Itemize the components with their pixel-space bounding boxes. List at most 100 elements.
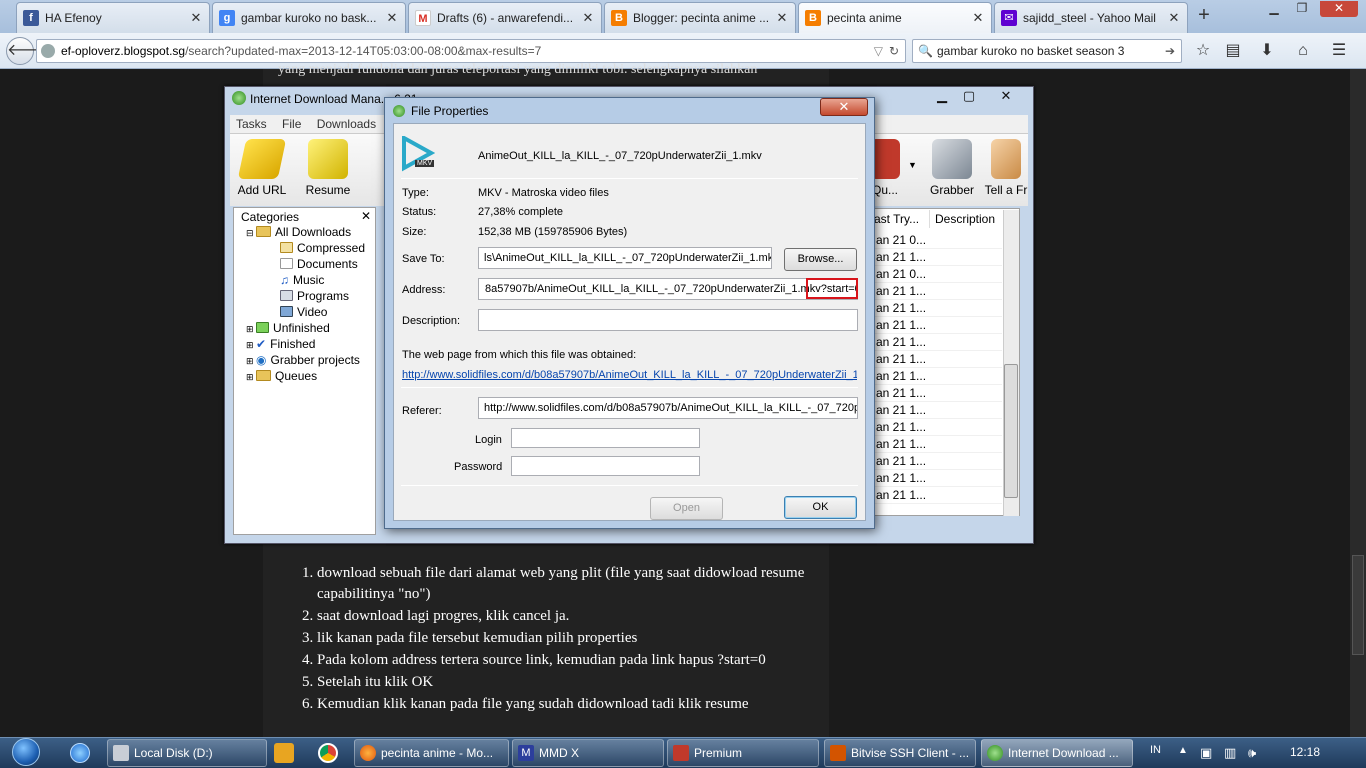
category-documents[interactable]: Documents [280,256,358,272]
tab-yahoo-mail[interactable]: ✉ sajidd_steel - Yahoo Mail ✕ [994,2,1188,33]
bookmarks-list-icon[interactable]: ▤ [1222,40,1244,62]
idm-close-icon[interactable]: ✕ [992,88,1020,104]
download-row[interactable]: an 21 1... [870,300,1002,317]
category-video[interactable]: Video [280,304,327,320]
password-field[interactable] [511,456,700,476]
download-row[interactable]: an 21 1... [870,402,1002,419]
download-row[interactable]: an 21 1... [870,453,1002,470]
close-tab-icon[interactable]: ✕ [189,10,203,26]
close-tab-icon[interactable]: ✕ [775,10,789,26]
close-tab-icon[interactable]: ✕ [581,10,595,26]
menu-tasks[interactable]: Tasks [236,117,267,131]
tab-blogger[interactable]: B Blogger: pecinta anime ... ✕ [604,2,796,33]
tray-expand-icon[interactable]: ▲ [1178,745,1188,756]
tab-pecinta-anime[interactable]: B pecinta anime ✕ [798,2,992,33]
save-to-field[interactable]: ls\AnimeOut_KILL_la_KILL_-_07_720pUnderw… [478,247,772,269]
add-url-button[interactable]: Add URL [232,139,292,197]
dropdown-icon[interactable]: ▽ [874,40,883,62]
download-row[interactable]: an 21 1... [870,385,1002,402]
tray-app-icon[interactable]: ▣ [1200,745,1212,761]
chrome-icon[interactable] [318,743,338,763]
download-row[interactable]: an 21 1... [870,368,1002,385]
download-row[interactable]: an 21 1... [870,419,1002,436]
task-premium[interactable]: Premium [667,739,819,767]
menu-file[interactable]: File [282,117,301,131]
webpage-link[interactable]: http://www.solidfiles.com/d/b08a57907b/A… [402,369,857,381]
bookmark-star-icon[interactable]: ☆ [1192,40,1214,62]
clock[interactable]: 12:18 [1290,745,1320,759]
download-row[interactable]: an 21 0... [870,266,1002,283]
home-icon[interactable]: ⌂ [1292,40,1314,62]
tab-facebook[interactable]: f HA Efenoy ✕ [16,2,210,33]
column-last-try[interactable]: ast Try... [870,210,930,228]
url-bar[interactable]: ef-oploverz.blogspot.sg/search?updated-m… [36,39,906,63]
browse-button[interactable]: Browse... [784,248,857,271]
download-row[interactable]: an 21 1... [870,487,1002,504]
dialog-close-button[interactable]: ✕ [820,98,868,116]
task-idm[interactable]: Internet Download ... [981,739,1133,767]
referer-field[interactable]: http://www.solidfiles.com/d/b08a57907b/A… [478,397,858,419]
task-label: Bitvise SSH Client - ... [851,746,970,760]
back-button[interactable]: 🡐 [6,37,50,65]
task-mmd[interactable]: M MMD X [512,739,664,767]
download-row[interactable]: an 21 1... [870,283,1002,300]
tab-google[interactable]: g gambar kuroko no bask... ✕ [212,2,406,33]
login-label: Login [475,434,502,446]
resume-button[interactable]: Resume [298,139,358,197]
language-indicator[interactable]: IN [1150,744,1161,756]
category-programs[interactable]: Programs [280,288,349,304]
close-tab-icon[interactable]: ✕ [1167,10,1181,26]
description-field[interactable] [478,309,858,331]
start-button[interactable] [4,737,48,768]
reload-icon[interactable]: ↻ [889,40,899,62]
queue-dropdown-icon[interactable]: ▼ [908,160,917,170]
category-grabber-projects[interactable]: ⊞ ◉ Grabber projects [246,352,360,368]
tell-a-friend-button[interactable]: Tell a Fr [984,139,1028,197]
column-description[interactable]: Description [930,210,1004,228]
media-player-icon[interactable] [274,743,294,763]
download-row[interactable]: an 21 1... [870,317,1002,334]
gmail-icon: M [415,10,431,26]
page-scrollbar-thumb[interactable] [1352,555,1364,655]
address-field[interactable]: 8a57907b/AnimeOut_KILL_la_KILL_-_07_720p… [478,278,858,300]
search-go-icon[interactable]: ➔ [1165,40,1175,62]
category-compressed[interactable]: Compressed [280,240,365,256]
volume-icon[interactable]: 🕪 [1248,745,1256,761]
download-row[interactable]: an 21 1... [870,470,1002,487]
search-bar[interactable]: 🔍 gambar kuroko no basket season 3 ➔ [912,39,1182,63]
download-row[interactable]: an 21 1... [870,351,1002,368]
download-row[interactable]: an 21 1... [870,436,1002,453]
grabber-button[interactable]: Grabber [922,139,982,197]
menu-downloads[interactable]: Downloads [317,117,376,131]
ok-button[interactable]: OK [784,496,857,519]
task-firefox[interactable]: pecinta anime - Mo... [354,739,509,767]
open-button[interactable]: Open [650,497,723,520]
task-bitvise[interactable]: Bitvise SSH Client - ... [824,739,976,767]
download-row[interactable]: an 21 1... [870,249,1002,266]
category-all-downloads[interactable]: ⊟ All Downloads [246,224,351,240]
category-queues[interactable]: ⊞ Queues [246,368,317,384]
menu-icon[interactable]: ☰ [1328,40,1350,62]
download-row[interactable]: an 21 0... [870,232,1002,249]
category-finished[interactable]: ⊞ ✔ Finished [246,336,315,352]
restore-icon[interactable]: ❐ [1290,1,1314,17]
close-icon[interactable]: ✕ [361,209,371,223]
download-row[interactable]: an 21 1... [870,334,1002,351]
network-icon[interactable]: ▥ [1224,745,1236,761]
task-local-disk[interactable]: Local Disk (D:) [107,739,267,767]
close-window-icon[interactable]: ✕ [1320,1,1358,17]
close-tab-icon[interactable]: ✕ [385,10,399,26]
category-unfinished[interactable]: ⊞ Unfinished [246,320,330,336]
close-tab-icon[interactable]: ✕ [971,10,985,26]
idm-minimize-icon[interactable]: ▁ [928,88,956,104]
minimize-icon[interactable]: ▁ [1262,1,1286,17]
idm-logo-icon [393,105,405,117]
tab-gmail[interactable]: M Drafts (6) - anwarefendi... ✕ [408,2,602,33]
new-tab-button[interactable]: + [1192,5,1216,27]
list-scrollbar-thumb[interactable] [1004,364,1018,498]
category-music[interactable]: ♫ Music [280,272,324,288]
login-field[interactable] [511,428,700,448]
internet-explorer-icon[interactable] [70,743,90,763]
idm-maximize-icon[interactable]: ▢ [955,88,983,104]
downloads-icon[interactable]: ⬇ [1256,40,1278,62]
